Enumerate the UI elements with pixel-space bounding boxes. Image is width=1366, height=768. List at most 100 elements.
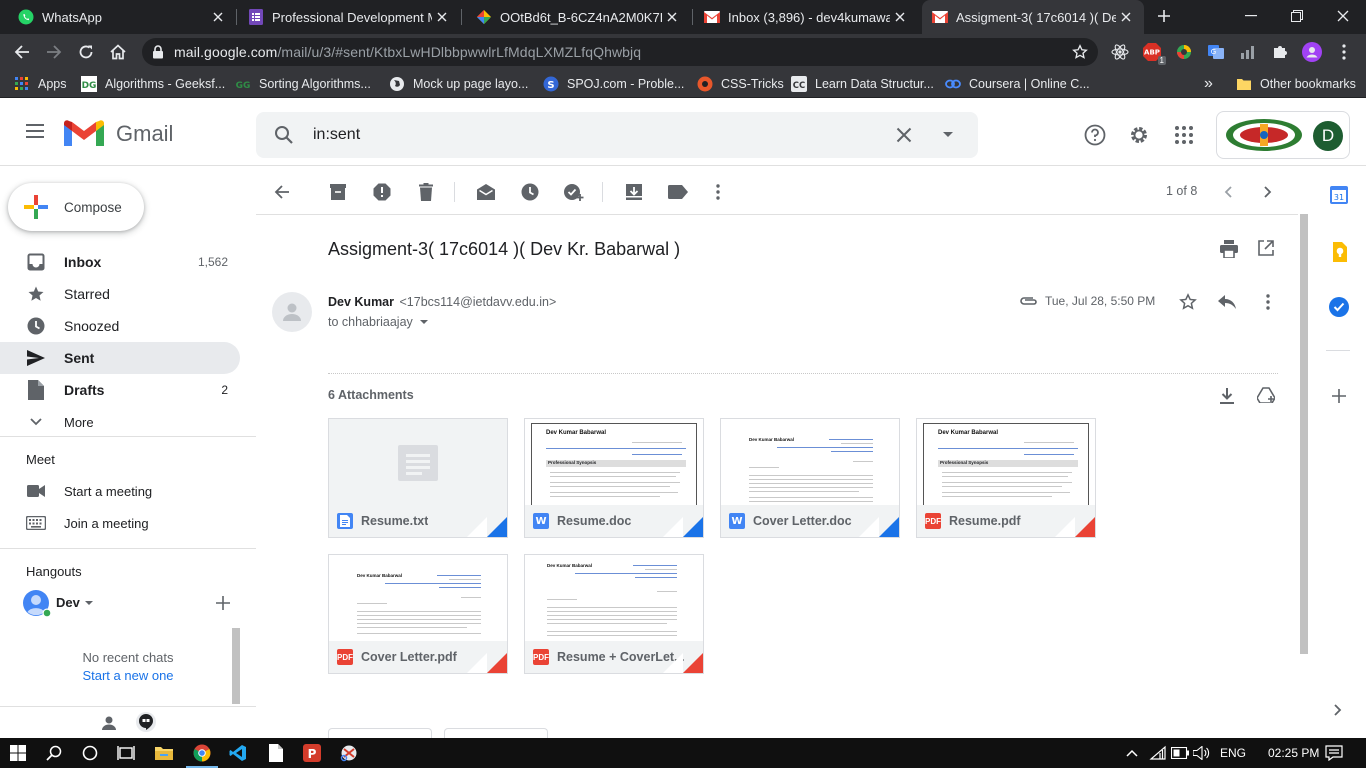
adblock-icon[interactable]: ABP 1 [1142,42,1166,65]
sidebar-item-more[interactable]: More [0,406,240,438]
close-icon[interactable] [1116,7,1136,27]
react-devtools-icon[interactable] [1110,42,1130,62]
bookmark-spoj[interactable]: S SPOJ.com - Proble... [543,70,684,98]
chart-extension-icon[interactable] [1238,42,1258,62]
windows-start-icon[interactable] [6,741,30,765]
scrollbar-thumb[interactable] [232,628,240,704]
minimize-button[interactable] [1228,0,1274,32]
start-new-chat-link[interactable]: Start a new one [20,668,236,683]
account-avatar[interactable]: D [1313,121,1343,151]
compose-button[interactable]: Compose [8,183,144,231]
sidebar-item-sent[interactable]: Sent [0,342,240,374]
address-bar[interactable]: mail.google.com/mail/u/3/#sent/KtbxLwHDl… [142,38,1098,66]
keep-icon[interactable] [1331,242,1347,262]
other-bookmarks[interactable]: Other bookmarks [1236,70,1356,98]
attachment-card-cover-letter-pdf[interactable]: Dev Kumar Babarwal PDF Cover Letter.pdf [328,554,508,674]
profile-avatar[interactable] [1302,42,1322,62]
search-icon[interactable] [274,125,294,145]
puzzle-icon[interactable] [1270,42,1290,62]
labels-button[interactable] [666,180,690,204]
attachment-card-cover-letter-doc[interactable]: Dev Kumar Babarwal W Cover Letter.doc [720,418,900,538]
start-meeting-button[interactable]: Start a meeting [0,475,240,507]
sidebar-item-inbox[interactable]: Inbox 1,562 [0,246,240,278]
archive-button[interactable] [326,180,350,204]
windows-search-icon[interactable] [42,741,66,765]
sidebar-item-drafts[interactable]: Drafts 2 [0,374,240,406]
tab-drive-file[interactable]: OOtBd6t_B-6CZ4nA2M0K7Em\ [466,0,690,34]
search-options-icon[interactable] [943,132,953,137]
language-indicator[interactable]: ENG [1220,746,1246,760]
battery-icon[interactable] [1168,741,1192,765]
search-bar[interactable]: in:sent [256,112,978,158]
google-apps-icon[interactable] [1174,125,1194,145]
close-icon[interactable] [432,7,452,27]
bookmark-coursera[interactable]: Coursera | Online C... [945,70,1090,98]
reload-button[interactable] [74,40,98,64]
attachment-card-resume-doc[interactable]: Dev Kumar Babarwal Professional Synopsis… [524,418,704,538]
message-scrollbar[interactable] [1298,214,1310,738]
close-icon[interactable] [890,7,910,27]
extension-colorful-icon[interactable] [1174,42,1194,62]
postman-icon[interactable]: P [300,741,324,765]
newer-button[interactable] [1216,180,1240,204]
star-toggle-icon[interactable] [1179,293,1197,311]
volume-icon[interactable] [1190,741,1214,765]
delete-button[interactable] [414,180,438,204]
forward-button[interactable] [42,40,66,64]
tasks-icon[interactable] [1329,297,1349,317]
home-button[interactable] [106,40,130,64]
file-explorer-icon[interactable] [152,741,176,765]
sidebar-item-starred[interactable]: Starred [0,278,240,310]
close-icon[interactable] [662,7,682,27]
recipients-toggle[interactable]: to chhabriaajay [328,315,428,329]
report-spam-button[interactable] [370,180,394,204]
print-icon[interactable] [1220,240,1238,258]
bookmark-geeksforgeeks[interactable]: DG Algorithms - Geeksf... [81,70,225,98]
tab-assignment-active[interactable]: Assigment-3( 17c6014 )( Dev K [922,0,1144,34]
open-new-window-icon[interactable] [1258,240,1274,256]
gmail-logo[interactable]: Gmail [64,120,173,148]
older-button[interactable] [1256,180,1280,204]
message-more-icon[interactable] [1266,294,1270,310]
bookmark-apps[interactable]: Apps [14,70,67,98]
snooze-button[interactable] [518,180,542,204]
mark-unread-button[interactable] [474,180,498,204]
sidebar-item-snoozed[interactable]: Snoozed [0,310,240,342]
chrome-taskbar-icon[interactable] [186,741,218,768]
calendar-icon[interactable]: 31 [1330,186,1348,204]
help-icon[interactable] [1084,124,1106,146]
notifications-icon[interactable] [1322,741,1346,765]
get-addons-plus-icon[interactable] [1332,389,1346,403]
clock-time[interactable]: 02:25 PM [1268,746,1319,760]
scrollbar-thumb[interactable] [1300,214,1308,654]
bookmark-sorting-algorithms[interactable]: GG Sorting Algorithms... [235,70,371,98]
more-actions-button[interactable] [706,180,730,204]
chrome-menu-icon[interactable] [1334,42,1354,62]
hangouts-chat-icon[interactable] [136,712,156,732]
contacts-person-icon[interactable] [101,715,117,731]
back-button[interactable] [10,40,34,64]
main-menu-button[interactable] [24,120,46,142]
join-meeting-button[interactable]: Join a meeting [0,507,240,539]
bookmark-css-tricks[interactable]: CSS-Tricks [697,70,784,98]
snipping-tool-icon[interactable] [337,741,361,765]
settings-gear-icon[interactable] [1128,124,1150,146]
attachment-card-resume-pdf[interactable]: Dev Kumar Babarwal Professional Synopsis… [916,418,1096,538]
search-input[interactable]: in:sent [313,126,360,144]
tab-professional-development[interactable]: Professional Development MS [238,0,460,34]
add-chat-plus-icon[interactable] [216,596,230,610]
add-to-tasks-button[interactable] [562,180,586,204]
bookmark-learn-data-structures[interactable]: CC Learn Data Structur... [791,70,934,98]
back-to-list-button[interactable] [270,180,294,204]
task-view-icon[interactable] [114,741,138,765]
translate-icon[interactable]: G [1206,42,1226,62]
attachment-card-resume-txt[interactable]: Resume.txt [328,418,508,538]
bookmark-mock-up[interactable]: Mock up page layo... [389,70,528,98]
side-panel-toggle-icon[interactable] [1334,704,1342,716]
attachment-card-resume-coverletter-pdf[interactable]: Dev Kumar Babarwal PDF Resume + CoverLet… [524,554,704,674]
tab-inbox[interactable]: Inbox (3,896) - dev4kumawat@ [694,0,918,34]
new-tab-button[interactable] [1150,0,1178,32]
show-hidden-icons-chevron-icon[interactable] [1120,741,1144,765]
clear-search-icon[interactable] [896,127,912,143]
account-switcher[interactable]: D [1216,111,1350,159]
